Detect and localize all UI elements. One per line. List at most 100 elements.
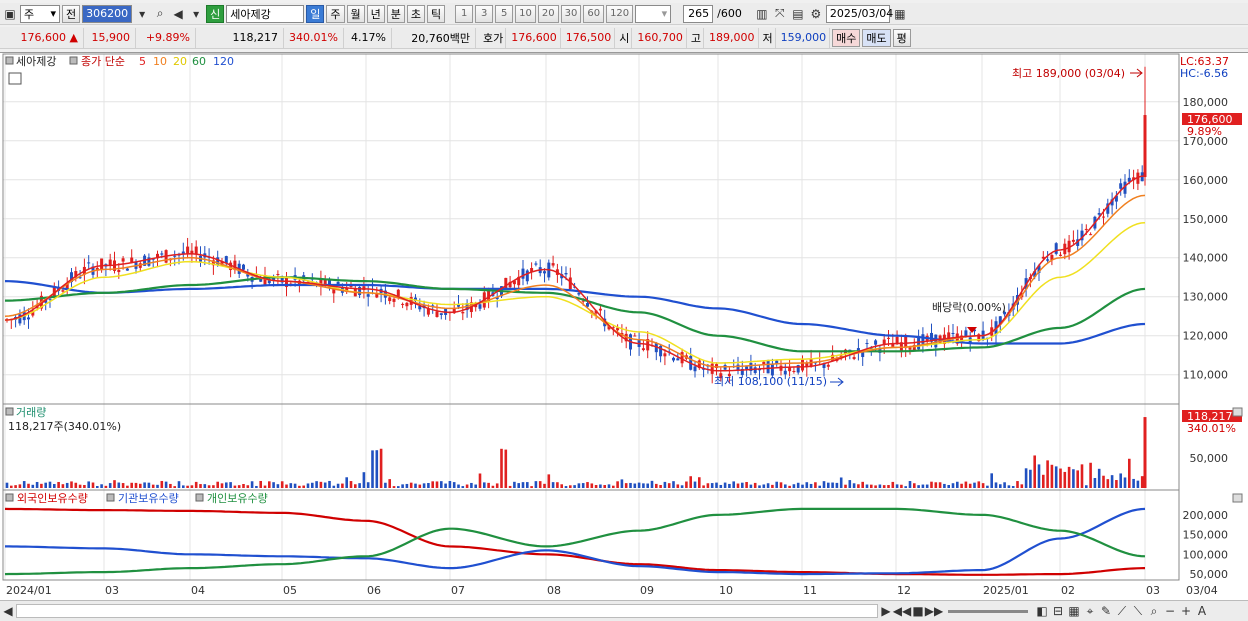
plus-icon[interactable]: + (1178, 602, 1194, 620)
sell-button[interactable]: 매도 (862, 28, 891, 47)
calculator-icon[interactable] (8, 72, 22, 85)
volume-bar (332, 485, 336, 488)
interval-input[interactable]: ▾ (635, 4, 672, 23)
volume-bar (891, 481, 895, 488)
rewind-icon[interactable]: ◀◀ (893, 602, 911, 620)
stop-icon[interactable]: ■ (910, 602, 926, 620)
period-tick-tab[interactable]: 틱 (427, 4, 446, 23)
legend-toggle-icon[interactable] (5, 56, 14, 65)
volume-bar (487, 482, 490, 488)
y-tick-label: 160,000 (1183, 174, 1229, 187)
expand-icon[interactable] (1232, 493, 1243, 503)
crosshair-icon[interactable]: ⌖ (1082, 602, 1098, 620)
volume-bar (913, 483, 916, 488)
interval-5-button[interactable]: 5 (495, 4, 514, 23)
candle-body (672, 357, 675, 361)
period-month-tab[interactable]: 월 (346, 4, 365, 23)
volume-bar (388, 479, 391, 488)
volume-bar (603, 485, 606, 488)
candle-icon[interactable]: ▥ (754, 5, 770, 23)
prev-button[interactable]: 전 (62, 4, 81, 23)
volume-bar (474, 484, 477, 488)
candle-body (525, 270, 529, 282)
minus-icon[interactable]: − (1162, 602, 1178, 620)
stock-chart-svg[interactable]: 110,000 120,000 130,000 140,000 150,000 160,0… (0, 53, 1248, 601)
period-minute-tab[interactable]: 분 (386, 4, 405, 23)
legend-toggle-icon[interactable] (5, 407, 14, 416)
bottom-scrollbar[interactable]: ◀ ▶ ◀◀ ■ ▶▶ ◧ ⊟ ▦ ⌖ ✎ ⟋ ⟍ ⌕ − + A (0, 600, 1248, 621)
candle-body (564, 273, 568, 275)
volume-bar (663, 481, 667, 488)
candle-body (745, 366, 749, 370)
interval-1-button[interactable]: 1 (455, 4, 474, 23)
speaker-icon[interactable]: ◀ (170, 5, 186, 23)
volume-bar (1143, 417, 1147, 488)
count-input[interactable]: 265 (683, 4, 714, 23)
legend-toggle-icon[interactable] (106, 493, 115, 502)
buy-button[interactable]: 매수 (832, 28, 861, 47)
chevron-down-icon[interactable]: ▾ (188, 5, 204, 23)
draw-icon[interactable]: ✎ (1098, 602, 1114, 620)
line-tool-icon[interactable]: ⟋ (1114, 602, 1130, 620)
play-icon[interactable]: ▶ (878, 602, 894, 620)
volume-bar (986, 485, 989, 488)
legend-toggle-icon[interactable] (69, 56, 78, 65)
volume-bar (633, 483, 637, 488)
interval-30-button[interactable]: 30 (560, 4, 582, 23)
eval-button[interactable]: 평 (892, 28, 911, 47)
interval-10-button[interactable]: 10 (515, 4, 536, 23)
volume-bar (207, 485, 211, 488)
zoom-slider[interactable] (948, 609, 1028, 613)
period-day-tab[interactable]: 일 (306, 4, 325, 23)
volume-bar (427, 483, 430, 488)
x-tick-label: 07 (451, 584, 465, 597)
interval-3-button[interactable]: 3 (475, 4, 494, 23)
type-select[interactable]: 주 ▾ (20, 4, 60, 23)
volume-bar (827, 482, 830, 488)
scroll-left-icon[interactable]: ◀ (0, 602, 16, 620)
line-tool-icon[interactable]: ⟍ (1130, 602, 1146, 620)
scroll-icon[interactable]: ◧ (1034, 602, 1050, 620)
candle-body (401, 303, 405, 305)
tool-icon[interactable]: ⤧ (772, 5, 788, 23)
window-icon[interactable]: ▣ (2, 5, 18, 23)
period-second-tab[interactable]: 초 (406, 4, 425, 23)
legend-toggle-icon[interactable] (195, 493, 204, 502)
grid-icon[interactable]: ▦ (1066, 602, 1082, 620)
volume-bar (151, 484, 155, 488)
volume-bar (878, 484, 882, 488)
split-icon[interactable]: ⊟ (1050, 602, 1066, 620)
volume-bar (1037, 464, 1041, 488)
date-input[interactable]: 2025/03/04 (825, 4, 893, 23)
interval-20-button[interactable]: 20 (537, 4, 559, 23)
volume-bar (981, 483, 985, 488)
search-icon[interactable]: ⌕ (152, 5, 168, 23)
volume-bar (672, 481, 675, 488)
volume-bar (1007, 485, 1011, 488)
current-price: 176,600 ▲ (2, 27, 84, 48)
search-icon[interactable]: ⌕ (1146, 602, 1162, 620)
volume-bar (435, 481, 439, 488)
stock-code-input[interactable]: 306200 (82, 4, 133, 23)
period-year-tab[interactable]: 년 (366, 4, 385, 23)
expand-icon[interactable] (1232, 407, 1243, 417)
save-icon[interactable]: ▤ (790, 5, 806, 23)
gear-icon[interactable]: ⚙ (808, 5, 824, 23)
volume-bar (530, 486, 533, 488)
volume-bar (870, 484, 873, 488)
interval-60-button[interactable]: 60 (583, 4, 605, 23)
calendar-icon[interactable]: ▦ (892, 5, 908, 23)
period-week-tab[interactable]: 주 (326, 4, 345, 23)
dropdown-icon[interactable]: ▾ (134, 5, 150, 23)
volume-bar (814, 482, 817, 488)
forward-icon[interactable]: ▶▶ (925, 602, 943, 620)
scroll-track[interactable] (16, 604, 878, 618)
interval-120-button[interactable]: 120 (606, 4, 634, 23)
x-tick-label: 10 (719, 584, 733, 597)
volume-bar (96, 486, 99, 488)
chart-area[interactable]: 110,000 120,000 130,000 140,000 150,000 160,0… (0, 52, 1248, 600)
candle-body (117, 270, 121, 273)
legend-toggle-icon[interactable] (5, 493, 14, 502)
volume-bar (1132, 478, 1135, 488)
font-icon[interactable]: A (1194, 602, 1210, 620)
